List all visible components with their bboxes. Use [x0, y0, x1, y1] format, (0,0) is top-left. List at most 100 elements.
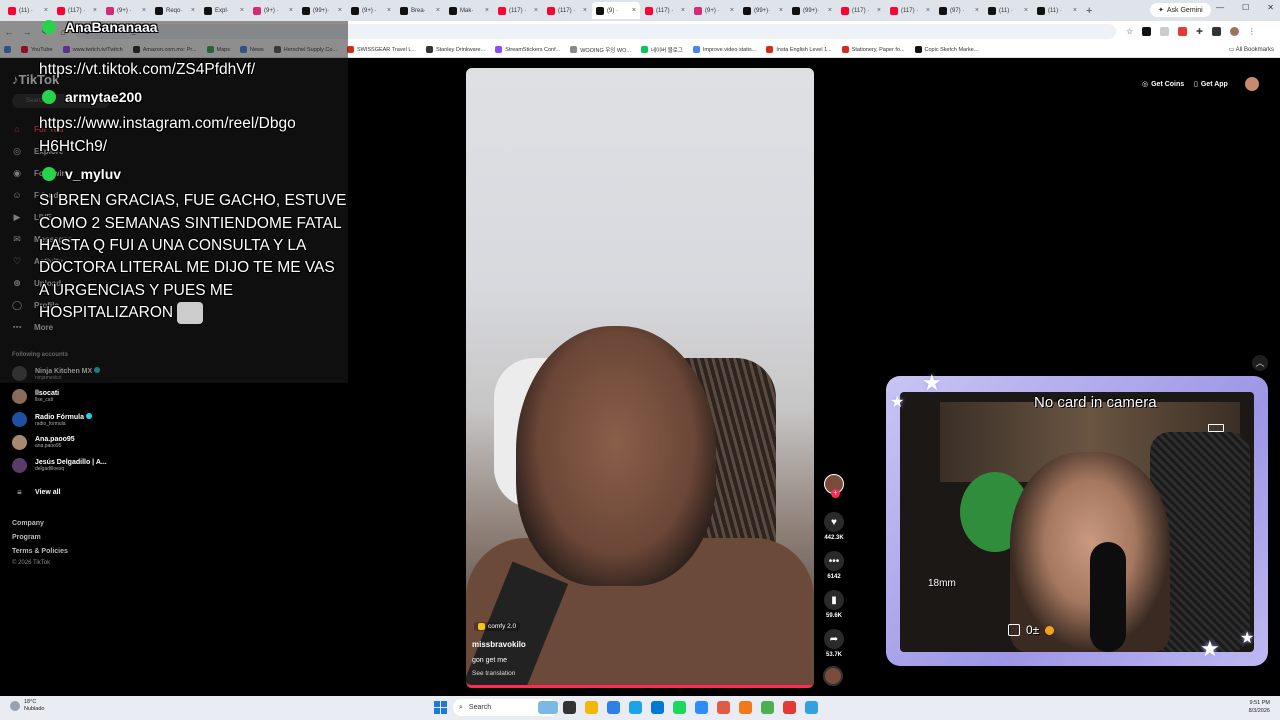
tab-close-icon[interactable]: × [93, 7, 97, 14]
tab-close-icon[interactable]: × [142, 7, 146, 14]
taskbar-app-icon[interactable] [607, 701, 620, 714]
tab-close-icon[interactable]: × [289, 7, 293, 14]
bookmark-item[interactable]: 네이버 블로그 [640, 46, 683, 54]
close-window-icon[interactable]: ✕ [1267, 3, 1274, 12]
tab-close-icon[interactable]: × [191, 7, 195, 14]
bookmark-item[interactable]: StreamStickers Conf... [495, 46, 560, 53]
taskbar-app-icon[interactable] [538, 701, 558, 714]
bookmark-star-icon[interactable]: ☆ [1126, 27, 1133, 36]
taskbar-app-icon[interactable] [651, 701, 664, 714]
get-coins-button[interactable]: ◎ Get Coins [1142, 77, 1184, 91]
taskbar-app-icon[interactable] [717, 701, 730, 714]
tab-close-icon[interactable]: × [828, 7, 832, 14]
tab-close-icon[interactable]: × [387, 7, 391, 14]
ask-gemini-button[interactable]: ✦ Ask Gemini [1150, 3, 1211, 17]
browser-tab[interactable]: (9+) · × [249, 2, 297, 19]
tab-close-icon[interactable]: × [534, 7, 538, 14]
bookmark-item[interactable]: Improve video statis... [692, 46, 756, 53]
following-account[interactable]: Radio Fórmula radio_formula [12, 412, 93, 427]
maximize-icon[interactable]: ☐ [1242, 3, 1249, 12]
tab-close-icon[interactable]: × [240, 7, 244, 14]
browser-tab[interactable]: Expl· × [200, 2, 248, 19]
all-bookmarks-button[interactable]: ▭ All Bookmarks [1229, 46, 1274, 53]
taskbar-app-icon[interactable] [673, 701, 686, 714]
tab-close-icon[interactable]: × [730, 7, 734, 14]
bookmark-item[interactable]: Stanley Drinkware... [425, 46, 485, 53]
browser-tab[interactable]: (9+) · × [690, 2, 738, 19]
browser-tab[interactable]: Reqo· × [151, 2, 199, 19]
share-button[interactable]: ➦ 53.7K [820, 629, 848, 658]
following-account[interactable]: Jesús Delgadillo | A... delgadilloesq [12, 458, 107, 473]
browser-tab[interactable]: (9) · × [592, 2, 640, 19]
tab-close-icon[interactable]: × [338, 7, 342, 14]
following-account[interactable]: llsocati llse_cati [12, 389, 59, 404]
extension-icon[interactable] [1142, 27, 1152, 36]
taskbar-app-icon[interactable] [805, 701, 818, 714]
browser-tab[interactable]: (99+)· × [298, 2, 346, 19]
sidepanel-icon[interactable] [1211, 27, 1221, 36]
bookmark-item[interactable]: WOOING 우잉 WO... [570, 46, 631, 54]
browser-tab[interactable]: (11) · × [4, 2, 52, 19]
taskbar-app-icon[interactable] [629, 701, 642, 714]
music-disc-icon[interactable] [823, 666, 843, 686]
browser-tab[interactable]: (9+) · × [347, 2, 395, 19]
clock-time[interactable]: 9:51 PM [1249, 699, 1270, 707]
new-tab-button[interactable]: + [1086, 5, 1092, 17]
save-button[interactable]: ▮ 59.6K [820, 590, 848, 619]
browser-tab[interactable]: (117) · × [543, 2, 591, 19]
tab-close-icon[interactable]: × [681, 7, 685, 14]
browser-tab[interactable]: (11) · × [1033, 2, 1081, 19]
video-player[interactable]: comfy 2.0 missbravokilo gon get me See t… [466, 68, 814, 688]
footer-link[interactable]: Program [12, 534, 41, 541]
browser-tab[interactable]: (117) · × [886, 2, 934, 19]
browser-tab[interactable]: (117) · × [837, 2, 885, 19]
footer-link[interactable]: Terms & Policies [12, 548, 68, 555]
tab-close-icon[interactable]: × [779, 7, 783, 14]
browser-profile-avatar[interactable] [1229, 27, 1239, 36]
tab-close-icon[interactable]: × [485, 7, 489, 14]
clock-date[interactable]: 8/3/2026 [1249, 707, 1270, 715]
taskbar-app-icon[interactable] [695, 701, 708, 714]
creator-avatar-button[interactable]: + [820, 474, 848, 498]
bookmark-item[interactable]: Insta English Level 1... [766, 46, 832, 53]
chevron-up-icon[interactable]: ︿ [1252, 355, 1268, 371]
taskbar-app-icon[interactable] [739, 701, 752, 714]
browser-tab[interactable]: (99+)· × [788, 2, 836, 19]
see-translation-link[interactable]: See translation [472, 670, 515, 677]
view-all-button[interactable]: ≡ View all [12, 488, 60, 497]
like-button[interactable]: ♥ 442.3K [820, 512, 848, 541]
tab-close-icon[interactable]: × [1073, 7, 1077, 14]
bookmark-item[interactable]: Stationery, Paper fo... [841, 46, 905, 53]
comment-button[interactable]: ••• 6142 [820, 551, 848, 580]
follow-plus-icon[interactable]: + [831, 489, 840, 498]
taskbar-app-icon[interactable] [563, 701, 576, 714]
profile-avatar[interactable] [1245, 77, 1259, 91]
browser-tab[interactable]: (9+) · × [102, 2, 150, 19]
minimize-icon[interactable]: — [1216, 3, 1224, 12]
weather-widget[interactable]: 18°C Nublado [10, 699, 45, 713]
browser-menu-icon[interactable]: ⋮ [1248, 27, 1256, 36]
taskbar-app-icon[interactable] [585, 701, 598, 714]
tab-close-icon[interactable]: × [926, 7, 930, 14]
browser-tab[interactable]: (11) · × [984, 2, 1032, 19]
browser-tab[interactable]: (117) · × [641, 2, 689, 19]
tab-close-icon[interactable]: × [44, 7, 48, 14]
get-app-button[interactable]: ▯ Get App [1194, 77, 1228, 91]
tab-close-icon[interactable]: × [436, 7, 440, 14]
browser-tab[interactable]: (99+)· × [739, 2, 787, 19]
extensions-puzzle-icon[interactable]: ✚ [1196, 27, 1203, 36]
video-author[interactable]: missbravokilo [472, 640, 526, 649]
browser-tab[interactable]: Brea· × [396, 2, 444, 19]
tab-close-icon[interactable]: × [975, 7, 979, 14]
tab-close-icon[interactable]: × [583, 7, 587, 14]
bookmark-item[interactable]: Copic Sketch Marke... [914, 46, 978, 53]
extension-icon[interactable] [1178, 27, 1188, 36]
tab-close-icon[interactable]: × [1024, 7, 1028, 14]
windows-start-icon[interactable] [434, 701, 447, 714]
footer-link[interactable]: Company [12, 520, 44, 527]
bookmark-item[interactable]: SWISSGEAR Travel L... [346, 46, 416, 53]
tab-close-icon[interactable]: × [877, 7, 881, 14]
taskbar-app-icon[interactable] [783, 701, 796, 714]
taskbar-app-icon[interactable] [761, 701, 774, 714]
following-account[interactable]: Ana.paoo95 ana.paoo95 [12, 435, 75, 450]
